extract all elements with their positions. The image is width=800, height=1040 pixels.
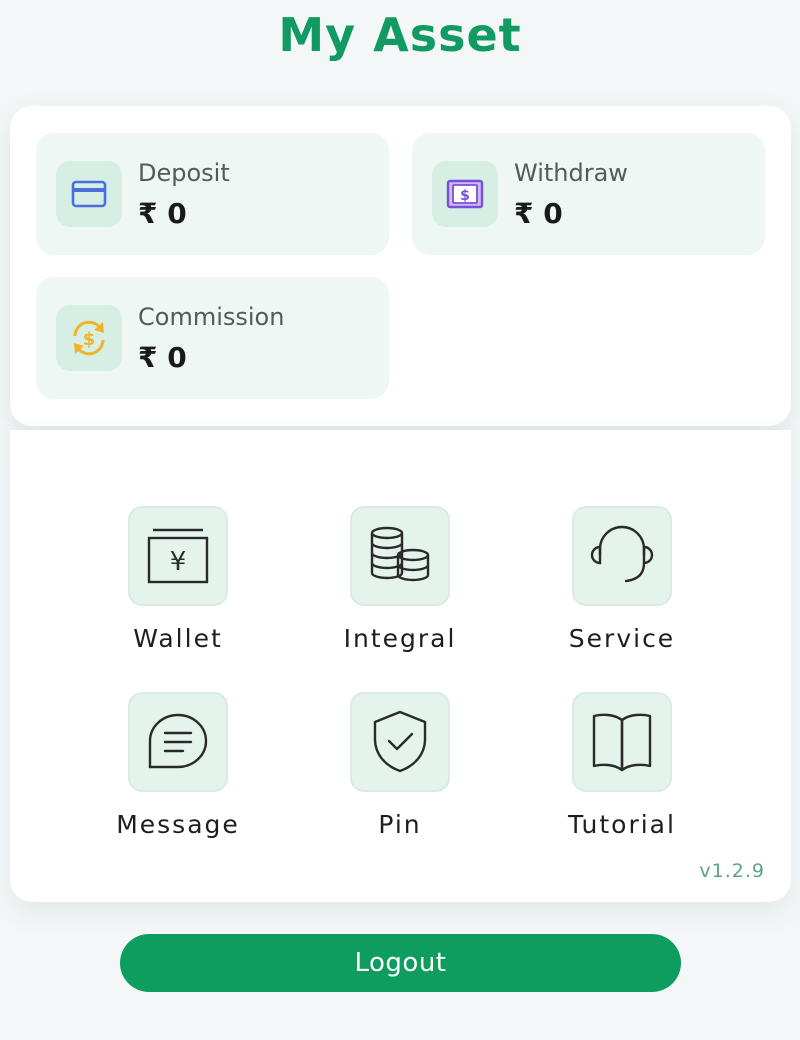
commission-tile[interactable]: $ Commission ₹ 0: [36, 277, 389, 399]
deposit-value: ₹ 0: [138, 197, 187, 230]
menu-item-wallet[interactable]: ¥ Wallet: [72, 506, 294, 666]
menu-label-pin: Pin: [378, 810, 422, 839]
cash-icon: $: [432, 161, 498, 227]
book-icon: [572, 692, 672, 792]
coins-icon: [350, 506, 450, 606]
headset-icon: [572, 506, 672, 606]
page-title: My Asset: [278, 8, 522, 62]
commission-value: ₹ 0: [138, 341, 187, 374]
menu-item-integral[interactable]: Integral: [294, 506, 516, 666]
commission-label: Commission: [138, 303, 285, 331]
deposit-tile[interactable]: Deposit ₹ 0: [36, 133, 389, 255]
version-label: v1.2.9: [699, 860, 765, 882]
svg-text:¥: ¥: [170, 547, 187, 577]
credit-card-icon: [56, 161, 122, 227]
menu-label-tutorial: Tutorial: [568, 810, 676, 839]
menu-item-service[interactable]: Service: [516, 506, 738, 666]
chat-bubble-icon: [128, 692, 228, 792]
menu-label-wallet: Wallet: [133, 624, 223, 653]
svg-text:$: $: [460, 188, 470, 204]
currency-exchange-icon: $: [56, 305, 122, 371]
logout-button[interactable]: Logout: [120, 934, 681, 992]
shield-check-icon: [350, 692, 450, 792]
deposit-label: Deposit: [138, 159, 230, 187]
menu-item-message[interactable]: Message: [72, 692, 294, 852]
svg-text:$: $: [83, 329, 96, 350]
menu-card: ¥ Wallet Integral Service Message Pin Tu…: [10, 430, 791, 902]
menu-label-message: Message: [116, 810, 240, 839]
menu-item-tutorial[interactable]: Tutorial: [516, 692, 738, 852]
withdraw-label: Withdraw: [514, 159, 628, 187]
menu-label-integral: Integral: [343, 624, 457, 653]
menu-label-service: Service: [568, 624, 676, 653]
menu-item-pin[interactable]: Pin: [294, 692, 516, 852]
withdraw-tile[interactable]: $ Withdraw ₹ 0: [412, 133, 765, 255]
my-asset-page: My Asset Deposit ₹ 0 $ Withdraw ₹ 0 $ Co…: [0, 0, 800, 1040]
withdraw-value: ₹ 0: [514, 197, 563, 230]
wallet-icon: ¥: [128, 506, 228, 606]
asset-summary-card: Deposit ₹ 0 $ Withdraw ₹ 0 $ Commission …: [10, 106, 791, 426]
